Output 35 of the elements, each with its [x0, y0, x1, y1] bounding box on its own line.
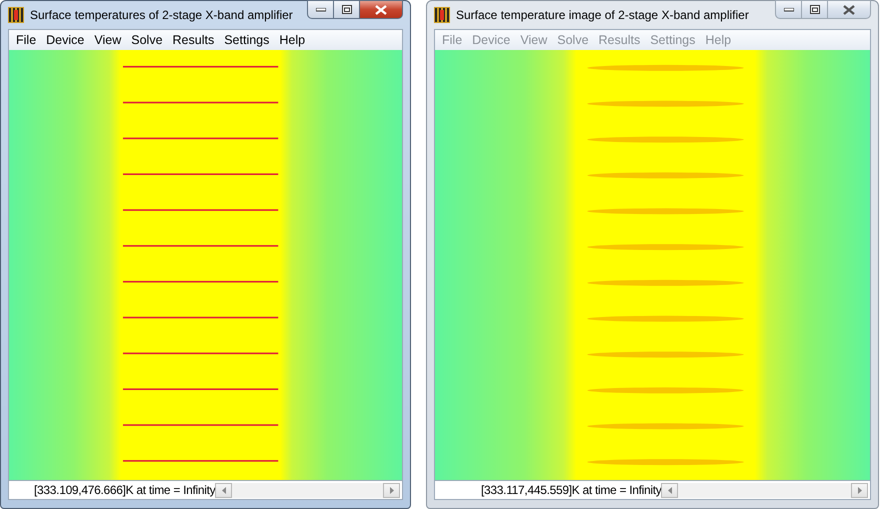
left-arrow-icon [222, 486, 226, 494]
menu-item[interactable]: Solve [126, 33, 168, 47]
scroll-left-button[interactable] [215, 482, 232, 498]
right-arrow-icon [390, 486, 394, 494]
horizontal-scrollbar[interactable] [661, 482, 868, 498]
maximize-button[interactable] [801, 0, 828, 19]
app-icon [8, 7, 24, 23]
maximize-icon [342, 5, 352, 14]
maximize-button[interactable] [333, 0, 360, 19]
close-icon [375, 4, 387, 14]
minimize-icon [316, 8, 326, 12]
menu-item[interactable]: View [89, 33, 126, 47]
close-button[interactable] [359, 0, 403, 19]
menu-item[interactable]: Settings [219, 33, 274, 47]
menu-item[interactable]: Results [168, 33, 220, 47]
left-arrow-icon [668, 486, 672, 494]
close-icon [843, 4, 855, 14]
close-button[interactable] [827, 0, 871, 19]
maximize-icon [810, 5, 820, 14]
status-text: [333.109,476.666]K at time = Infinity [33, 483, 216, 497]
menu-item[interactable]: Device [41, 33, 90, 47]
menu-item[interactable]: Help [274, 33, 310, 47]
minimize-button[interactable] [775, 0, 802, 19]
scroll-right-button[interactable] [851, 482, 868, 498]
minimize-button[interactable] [307, 0, 334, 19]
horizontal-scrollbar[interactable] [215, 482, 400, 498]
menu-item[interactable]: File [11, 33, 42, 47]
window-title: Surface temperatures of 2-stage X-band amplifier [30, 8, 294, 22]
right-arrow-icon [858, 486, 862, 494]
minimize-icon [784, 8, 794, 12]
scroll-right-button[interactable] [383, 482, 400, 498]
status-text: [333.117,445.559]K at time = Infinity [480, 483, 662, 497]
scroll-left-button[interactable] [661, 482, 678, 498]
window-title: Surface temperature image of 2-stage X-band amplifier [456, 8, 750, 22]
app-icon [434, 7, 450, 23]
